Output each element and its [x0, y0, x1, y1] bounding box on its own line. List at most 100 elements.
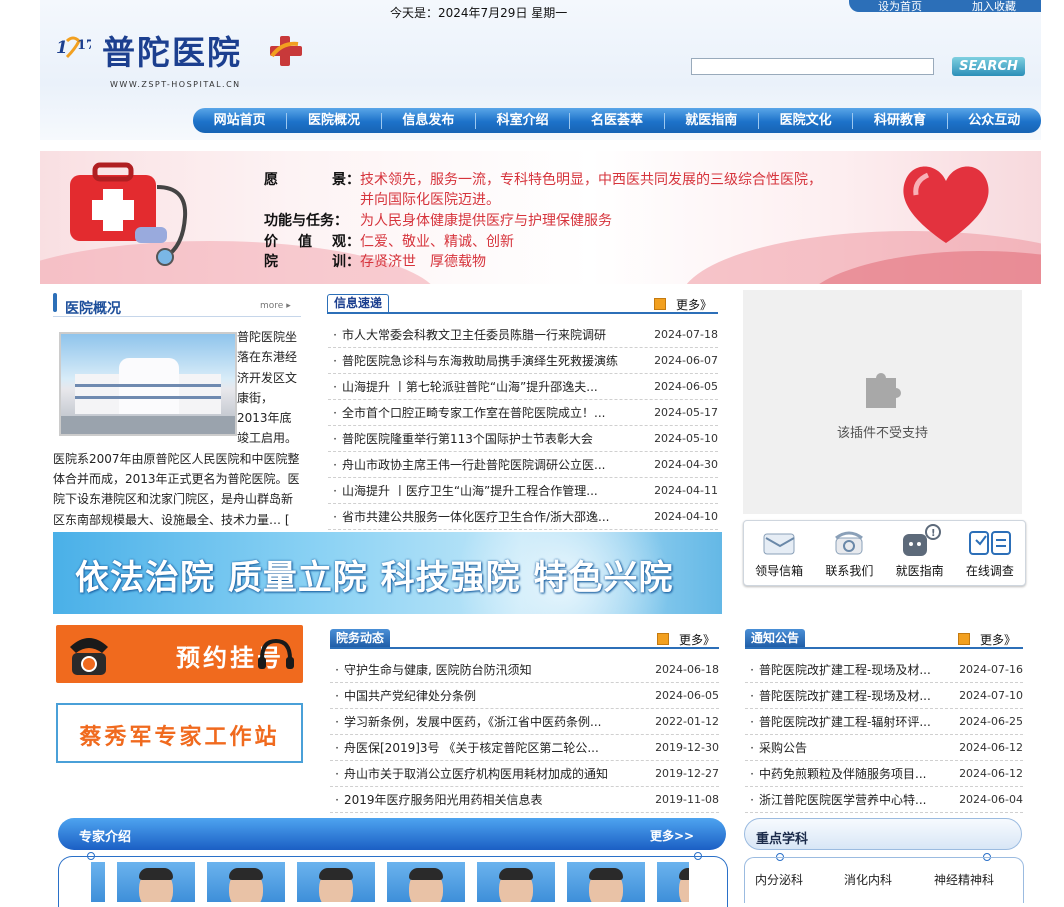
- motto-row: 院训： 存贤济世 厚德载物: [264, 254, 486, 270]
- nav-overview[interactable]: 医院概况: [287, 112, 382, 129]
- slogan-banner: 依法治院 质量立院 科技强院 特色兴院: [53, 532, 722, 614]
- list-item[interactable]: · 山海提升 丨第七轮派驻普陀“山海”提升邵逸夫... 2024-06-05: [328, 374, 718, 400]
- expert-studio-label: 蔡秀军专家工作站: [79, 724, 280, 750]
- key-disciplines-bar: 重点学科: [744, 818, 1022, 850]
- list-item[interactable]: · 省市共建公共服务一体化医疗卫生合作/浙大邵逸... 2024-04-10: [328, 504, 718, 530]
- add-favorite-link[interactable]: 加入收藏: [972, 1, 1016, 12]
- nav-home[interactable]: 网站首页: [193, 112, 288, 129]
- key-disciplines-box: 内分泌科 消化内科 神经精神科: [744, 857, 1024, 903]
- nav-doctors[interactable]: 名医荟萃: [570, 112, 665, 129]
- svg-text:!: !: [931, 528, 936, 539]
- search-button[interactable]: SEARCH: [952, 57, 1025, 76]
- phone-icon: [835, 531, 864, 555]
- headset-icon: [258, 638, 294, 669]
- news-list: · 市人大常委会科教文卫主任委员陈腊一行来院调研 2024-07-18 · 普陀医院急…: [328, 322, 718, 530]
- list-item[interactable]: · 全市首个口腔正畸专家工作室在普陀医院成立！... 2024-05-17: [328, 400, 718, 426]
- affairs-list: · 守护生命与健康, 医院防台防汛须知 2024-06-18 · 中国共产党纪律处分条…: [330, 657, 719, 813]
- mailbox-icon: [763, 533, 795, 555]
- nav-departments[interactable]: 科室介绍: [476, 112, 571, 129]
- experts-title: 专家介绍: [79, 830, 132, 845]
- survey-icon: [968, 531, 1011, 555]
- avatar[interactable]: [91, 862, 105, 902]
- mission-banner: 愿景： 技术领先，服务一流，专科特色明显，中西医共同发展的三级综合性医院， 并向国…: [40, 151, 1041, 284]
- discipline-neuropsychiatry[interactable]: 神经精神科: [934, 871, 994, 888]
- list-item[interactable]: · 普陀医院改扩建工程-现场及材... 2024-07-10: [745, 683, 1023, 709]
- guide-link[interactable]: ! 就医指南: [885, 521, 955, 585]
- appointment-button[interactable]: 预约挂号: [56, 625, 303, 683]
- more-icon: [958, 633, 970, 645]
- expert-studio-button[interactable]: 蔡秀军专家工作站: [56, 703, 303, 763]
- list-item[interactable]: · 中药免煎颗粒及伴随服务项目... 2024-06-12: [745, 761, 1023, 787]
- notices-more-link[interactable]: 更多》: [958, 631, 1016, 648]
- news-title: 信息速递: [327, 294, 390, 312]
- list-item[interactable]: · 浙江普陀医院医学营养中心特... 2024-06-04: [745, 787, 1023, 813]
- svg-text:17: 17: [77, 38, 91, 53]
- list-item[interactable]: · 山海提升 丨医疗卫生“山海”提升工程合作管理... 2024-04-11: [328, 478, 718, 504]
- affairs-more-link[interactable]: 更多》: [657, 631, 715, 648]
- slogan-text: 依法治院 质量立院 科技强院 特色兴院: [75, 558, 674, 598]
- list-item[interactable]: · 普陀医院隆重举行第113个国际护士节表彰大会 2024-05-10: [328, 426, 718, 452]
- avatar[interactable]: [477, 862, 555, 902]
- about-marker: [53, 293, 57, 312]
- avatar[interactable]: [117, 862, 195, 902]
- list-item[interactable]: · 守护生命与健康, 医院防台防汛须知 2024-06-18: [330, 657, 719, 683]
- logo-cross-icon: [268, 34, 304, 68]
- list-item[interactable]: · 普陀医院改扩建工程-现场及材... 2024-07-16: [745, 657, 1023, 683]
- discipline-gastroenterology[interactable]: 消化内科: [844, 871, 892, 888]
- plugin-text: 该插件不受支持: [836, 425, 928, 441]
- list-item[interactable]: · 市人大常委会科教文卫主任委员陈腊一行来院调研 2024-07-18: [328, 322, 718, 348]
- list-item[interactable]: · 采购公告 2024-06-12: [745, 735, 1023, 761]
- guide-icon: !: [902, 524, 941, 556]
- puzzle-icon: [865, 372, 901, 408]
- list-item[interactable]: · 2019年医疗服务阳光用药相关信息表 2019-11-08: [330, 787, 719, 813]
- list-item[interactable]: · 舟山市关于取消公立医疗机构医用耗材加成的通知 2019-12-27: [330, 761, 719, 787]
- logo-mark-icon: 1 17: [55, 33, 95, 65]
- set-homepage-link[interactable]: 设为首页: [878, 1, 922, 12]
- telephone-icon: [70, 638, 108, 675]
- list-item[interactable]: · 学习新条例，发展中医药，《浙江省中医药条例... 2022-01-12: [330, 709, 719, 735]
- logo-url: WWW.ZSPT-HOSPITAL.CN: [110, 80, 241, 89]
- avatar[interactable]: [387, 862, 465, 902]
- discipline-endocrinology[interactable]: 内分泌科: [755, 871, 803, 888]
- news-more-link[interactable]: 更多》: [654, 296, 712, 313]
- nav-culture[interactable]: 医院文化: [759, 112, 854, 129]
- list-item[interactable]: · 舟医保[2019]3号 《关于核定普陀区第二轮公... 2019-12-30: [330, 735, 719, 761]
- affairs-title: 院务动态: [330, 629, 391, 647]
- top-links: 设为首页 加入收藏: [849, 0, 1041, 12]
- mission-row: 功能与任务： 为人民身体健康提供医疗与护理保健服务: [264, 213, 612, 229]
- nav-interaction[interactable]: 公众互动: [948, 113, 1041, 129]
- experts-bar: 专家介绍 更多>>: [58, 818, 726, 850]
- unsupported-plugin: 该插件不受支持: [743, 290, 1022, 514]
- search-input[interactable]: [691, 58, 934, 75]
- values-row: 价值观： 仁爱、敬业、精诚、创新: [264, 234, 514, 250]
- heart-icon: [903, 166, 989, 243]
- list-item[interactable]: · 舟山市政协主席王伟一行赴普陀医院调研公立医... 2024-04-30: [328, 452, 718, 478]
- online-survey-link[interactable]: 在线调查: [955, 521, 1025, 585]
- avatar[interactable]: [207, 862, 285, 902]
- more-icon: [654, 298, 666, 310]
- list-item[interactable]: · 中国共产党纪律处分条例 2024-06-05: [330, 683, 719, 709]
- avatar[interactable]: [567, 862, 645, 902]
- list-item[interactable]: · 普陀医院改扩建工程-辐射环评... 2024-06-25: [745, 709, 1023, 735]
- key-disciplines-title: 重点学科: [756, 832, 809, 847]
- nav-guide[interactable]: 就医指南: [665, 112, 759, 129]
- experts-more-link[interactable]: 更多>>: [650, 827, 694, 844]
- nav-news[interactable]: 信息发布: [382, 112, 476, 129]
- notices-list: · 普陀医院改扩建工程-现场及材... 2024-07-16 · 普陀医院改扩建工程-…: [745, 657, 1023, 813]
- leader-mailbox-link[interactable]: 领导信箱: [744, 521, 814, 585]
- hospital-photo: [59, 332, 237, 436]
- logo-text: 普陀医院: [102, 33, 242, 72]
- contact-us-link[interactable]: 联系我们: [814, 521, 884, 585]
- list-item[interactable]: · 普陀医院急诊科与东海救助局携手演绎生死救援演练 2024-06-07: [328, 348, 718, 374]
- vision-row: 愿景： 技术领先，服务一流，专科特色明显，中西医共同发展的三级综合性医院， 并向国…: [264, 172, 822, 208]
- about-divider: [53, 316, 301, 317]
- date-text: 今天是：2024年7月29日 星期一: [390, 6, 568, 20]
- notices-title: 通知公告: [745, 629, 806, 647]
- about-title: 医院概况: [65, 301, 121, 317]
- avatar[interactable]: [657, 862, 689, 902]
- nav-research[interactable]: 科研教育: [853, 112, 948, 129]
- first-aid-kit-icon: [70, 162, 188, 266]
- avatar[interactable]: [297, 862, 375, 902]
- svg-text:1: 1: [56, 38, 68, 58]
- about-more-link[interactable]: more ▸: [260, 301, 291, 311]
